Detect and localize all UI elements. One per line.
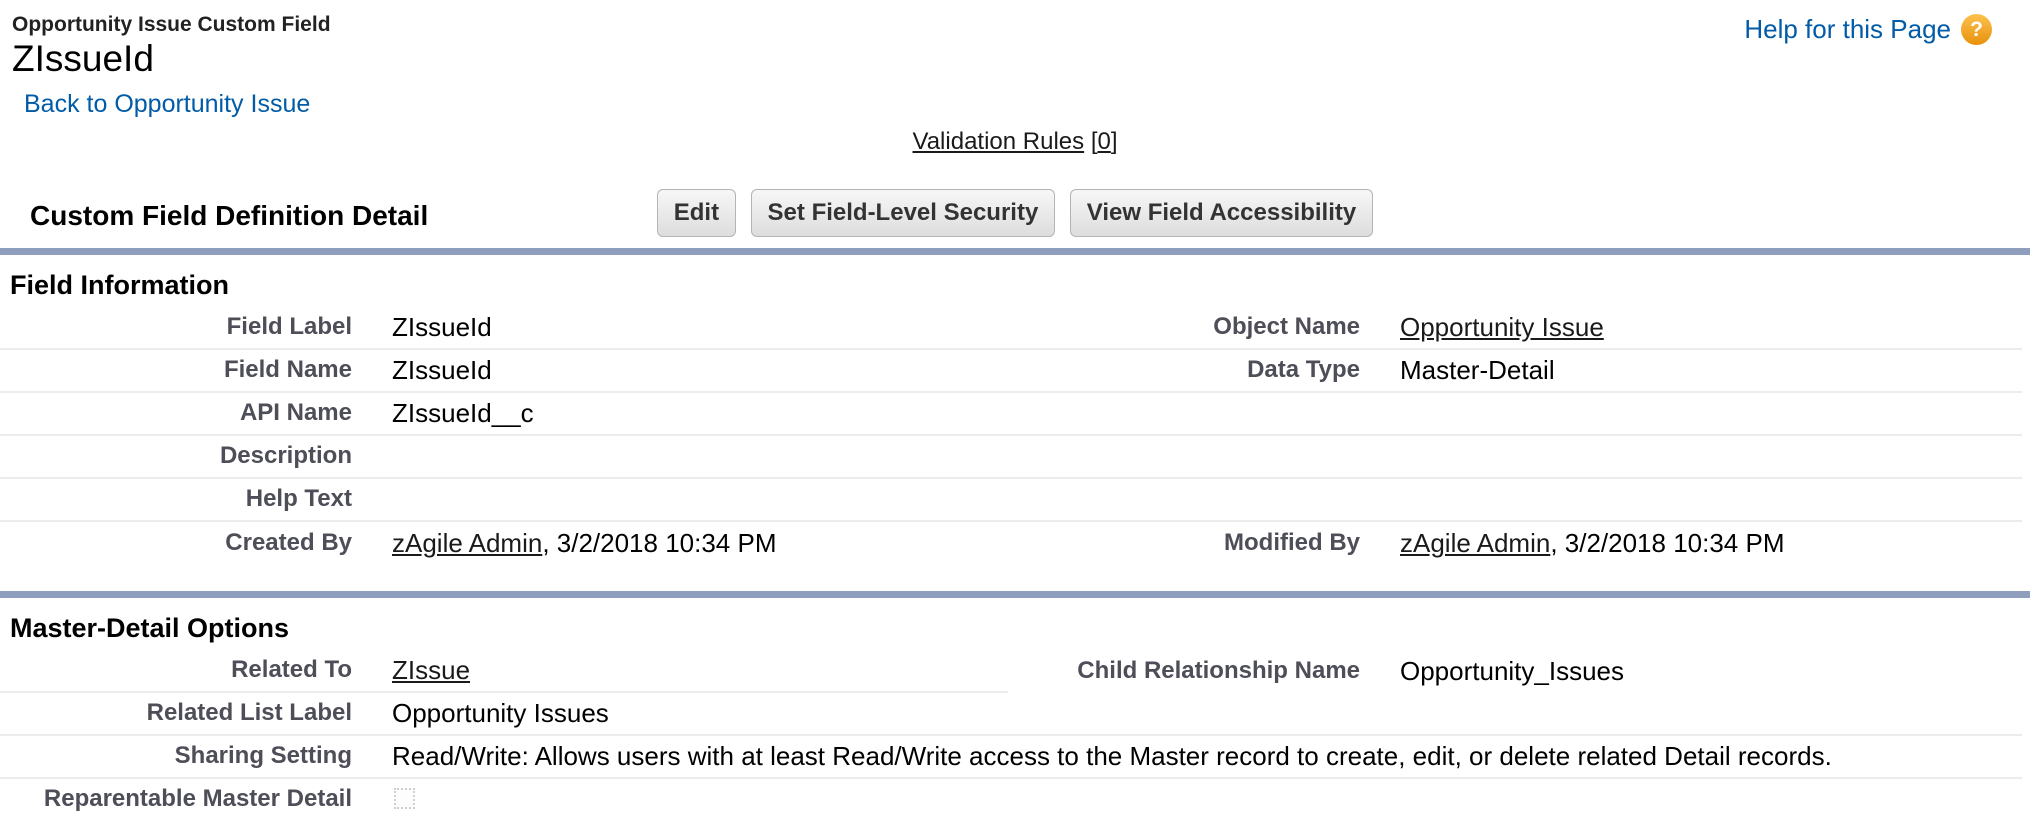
row-description: Description	[0, 436, 2022, 479]
row-api-name: API Name ZIssueId__c	[0, 393, 2022, 436]
page-title: ZIssueId	[12, 38, 2030, 81]
related-to-label: Related To	[0, 650, 352, 693]
validation-rules-row: Validation Rules [0]	[0, 128, 2030, 162]
back-to-object-link[interactable]: Back to Opportunity Issue	[24, 90, 310, 118]
row-created-modified: Created By zAgile Admin, 3/2/2018 10:34 …	[0, 522, 2022, 565]
row-field-name-data-type: Field Name ZIssueId Data Type Master-Det…	[0, 350, 2022, 393]
help-area: Help for this Page ?	[1744, 14, 1992, 45]
help-for-this-page-link[interactable]: Help for this Page	[1744, 14, 1951, 45]
reparentable-checkbox-unchecked-icon	[394, 788, 415, 809]
created-by-label: Created By	[0, 529, 352, 558]
reparentable-master-detail-value	[352, 785, 1008, 816]
row-field-label-object-name: Field Label ZIssueId Object Name Opportu…	[0, 307, 2022, 350]
description-label: Description	[0, 442, 352, 471]
help-text-label: Help Text	[0, 485, 352, 514]
api-name-label: API Name	[0, 399, 352, 428]
field-information-title: Field Information	[10, 270, 2030, 301]
related-list-label-value: Opportunity Issues	[352, 698, 1008, 729]
row-related-list-label: Related List Label Opportunity Issues	[0, 693, 2022, 736]
modified-by-value: zAgile Admin, 3/2/2018 10:34 PM	[1360, 528, 2022, 559]
section-divider-bar	[0, 591, 2030, 598]
field-name-value: ZIssueId	[352, 355, 1008, 386]
section-divider-bar	[0, 248, 2030, 255]
sharing-setting-value: Read/Write: Allows users with at least R…	[352, 741, 2022, 772]
row-sharing-setting: Sharing Setting Read/Write: Allows users…	[0, 736, 2022, 779]
data-type-value: Master-Detail	[1360, 355, 2022, 386]
back-link-row: Back to Opportunity Issue	[24, 90, 2030, 119]
set-field-level-security-button[interactable]: Set Field-Level Security	[751, 189, 1056, 237]
created-by-value: zAgile Admin, 3/2/2018 10:34 PM	[352, 528, 1008, 559]
master-detail-options-title: Master-Detail Options	[10, 613, 2030, 644]
sharing-setting-label: Sharing Setting	[0, 742, 352, 771]
row-related-to-child-rel: Related To ZIssue Child Relationship Nam…	[0, 650, 2022, 693]
modified-by-label: Modified By	[1008, 529, 1360, 558]
validation-rules-count[interactable]: 0	[1097, 128, 1110, 155]
detail-header: Custom Field Definition Detail Edit Set …	[0, 186, 2030, 248]
created-by-user-link[interactable]: zAgile Admin	[392, 528, 542, 558]
object-name-label: Object Name	[1008, 313, 1360, 342]
related-list-label-label: Related List Label	[0, 699, 352, 728]
row-reparentable-master-detail: Reparentable Master Detail	[0, 779, 2022, 827]
field-label-value: ZIssueId	[352, 312, 1008, 343]
created-by-datetime: , 3/2/2018 10:34 PM	[542, 528, 776, 558]
modified-by-datetime: , 3/2/2018 10:34 PM	[1550, 528, 1784, 558]
detail-section-title: Custom Field Definition Detail	[30, 200, 428, 232]
modified-by-user-link[interactable]: zAgile Admin	[1400, 528, 1550, 558]
data-type-label: Data Type	[1008, 356, 1360, 385]
field-label-label: Field Label	[0, 313, 352, 342]
reparentable-master-detail-label: Reparentable Master Detail	[0, 785, 352, 814]
page-header: Opportunity Issue Custom Field ZIssueId …	[0, 0, 2030, 122]
validation-rules-bracket-close: ]	[1111, 128, 1118, 155]
child-relationship-name-label: Child Relationship Name	[1008, 657, 1360, 686]
validation-rules-link[interactable]: Validation Rules	[912, 128, 1084, 155]
view-field-accessibility-button[interactable]: View Field Accessibility	[1070, 189, 1373, 237]
help-question-icon[interactable]: ?	[1961, 14, 1992, 45]
child-relationship-name-value: Opportunity_Issues	[1360, 656, 2022, 687]
row-help-text: Help Text	[0, 479, 2022, 522]
edit-button[interactable]: Edit	[657, 189, 736, 237]
entity-label: Opportunity Issue Custom Field	[12, 12, 2030, 37]
api-name-value: ZIssueId__c	[352, 398, 1008, 429]
field-name-label: Field Name	[0, 356, 352, 385]
related-to-link[interactable]: ZIssue	[392, 655, 470, 686]
object-name-link[interactable]: Opportunity Issue	[1400, 312, 1604, 342]
